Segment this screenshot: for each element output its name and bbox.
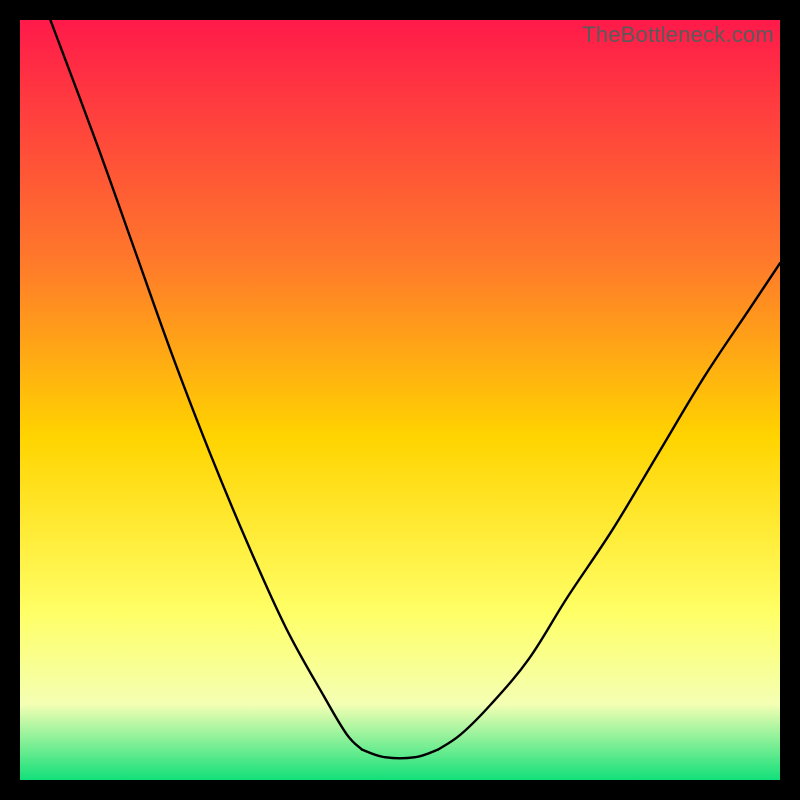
marker-group xyxy=(344,728,457,757)
plot-area: TheBottleneck.com xyxy=(20,20,780,780)
series-group xyxy=(50,20,780,758)
curve-layer xyxy=(20,20,780,780)
watermark-text: TheBottleneck.com xyxy=(582,22,774,48)
curve-floor-link xyxy=(362,750,438,759)
curve-left-curve xyxy=(50,20,362,750)
chart-frame: TheBottleneck.com xyxy=(0,0,800,800)
curve-right-curve xyxy=(438,263,780,749)
